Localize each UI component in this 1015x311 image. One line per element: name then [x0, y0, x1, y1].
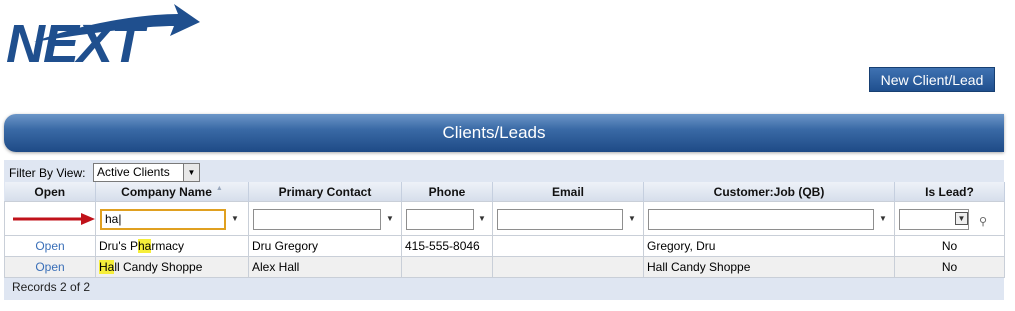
filter-cell-company: ha| ▼ — [95, 201, 249, 236]
chevron-down-icon[interactable]: ▼ — [386, 214, 394, 223]
company-cell: Dru's Pharmacy — [95, 235, 249, 257]
chevron-down-icon[interactable]: ▼ — [955, 212, 968, 225]
clients-grid: Open Company Name ▲ Primary Contact Phone… — [4, 182, 1005, 278]
email-cell — [492, 235, 644, 257]
company-cell: Hall Candy Shoppe — [95, 256, 249, 278]
key-icon[interactable]: ⚲ — [979, 215, 987, 228]
chevron-down-icon[interactable]: ▼ — [879, 214, 887, 223]
search-highlight: ha — [137, 239, 152, 253]
phone-cell — [401, 256, 493, 278]
open-cell: Open — [4, 235, 96, 257]
is-lead-cell: No — [894, 235, 1005, 257]
open-link[interactable]: Open — [8, 239, 92, 253]
sort-icon: ▲ — [215, 184, 223, 192]
new-client-lead-button[interactable]: New Client/Lead — [869, 67, 995, 92]
records-count: Records 2 of 2 — [12, 280, 91, 294]
company-filter-input[interactable]: ha| — [100, 209, 226, 230]
column-header-contact[interactable]: Primary Contact — [248, 182, 402, 202]
clients-panel: Filter By View: Active Clients ▼ Open Co… — [4, 160, 1005, 300]
grid-header-row: Open Company Name ▲ Primary Contact Phone… — [4, 182, 1005, 202]
filter-cell-email: ▼ — [492, 201, 644, 236]
chevron-down-icon[interactable]: ▼ — [183, 164, 199, 181]
phone-filter-input[interactable] — [406, 209, 474, 230]
filter-view-select[interactable]: Active Clients ▼ — [93, 163, 200, 182]
arrow-right-icon — [13, 213, 95, 225]
is-lead-cell: No — [894, 256, 1005, 278]
customer-job-filter-input[interactable] — [648, 209, 874, 230]
customer-job-cell: Gregory, Dru — [643, 235, 895, 257]
contact-filter-input[interactable] — [253, 209, 381, 230]
column-header-company[interactable]: Company Name ▲ — [95, 182, 249, 202]
filter-cell-open — [4, 201, 96, 236]
table-row[interactable]: Open Dru's Pharmacy Dru Gregory 415-555-… — [4, 235, 1005, 257]
search-highlight: Ha — [99, 260, 115, 274]
customer-job-cell: Hall Candy Shoppe — [643, 256, 895, 278]
table-row[interactable]: Open Hall Candy Shoppe Alex Hall Hall Ca… — [4, 256, 1005, 278]
filter-cell-phone: ▼ — [401, 201, 493, 236]
column-header-is-lead[interactable]: Is Lead? — [894, 182, 1005, 202]
column-header-phone[interactable]: Phone — [401, 182, 493, 202]
page-title-banner: Clients/Leads — [4, 114, 1004, 152]
email-filter-input[interactable] — [497, 209, 623, 230]
column-header-customer-job[interactable]: Customer:Job (QB) — [643, 182, 895, 202]
chevron-down-icon[interactable]: ▼ — [628, 214, 636, 223]
next-logo: NEXT — [6, 4, 200, 66]
chevron-down-icon[interactable]: ▼ — [478, 214, 486, 223]
contact-cell: Alex Hall — [248, 256, 402, 278]
filter-cell-contact: ▼ — [248, 201, 402, 236]
contact-cell: Dru Gregory — [248, 235, 402, 257]
open-link[interactable]: Open — [8, 260, 92, 274]
filter-cell-customer-job: ▼ — [643, 201, 895, 236]
logo-text: NEXT — [6, 14, 148, 66]
column-header-email[interactable]: Email — [492, 182, 644, 202]
filter-label: Filter By View: — [9, 166, 86, 180]
open-cell: Open — [4, 256, 96, 278]
email-cell — [492, 256, 644, 278]
filter-view-value: Active Clients — [97, 165, 170, 179]
chevron-down-icon[interactable]: ▼ — [231, 214, 239, 223]
phone-cell: 415-555-8046 — [401, 235, 493, 257]
filter-row: ha| ▼ ▼ ▼ ▼ ▼ ▼ — [4, 201, 1005, 236]
filter-cell-is-lead: ▼ — [894, 201, 1005, 236]
column-header-open[interactable]: Open — [4, 182, 96, 202]
